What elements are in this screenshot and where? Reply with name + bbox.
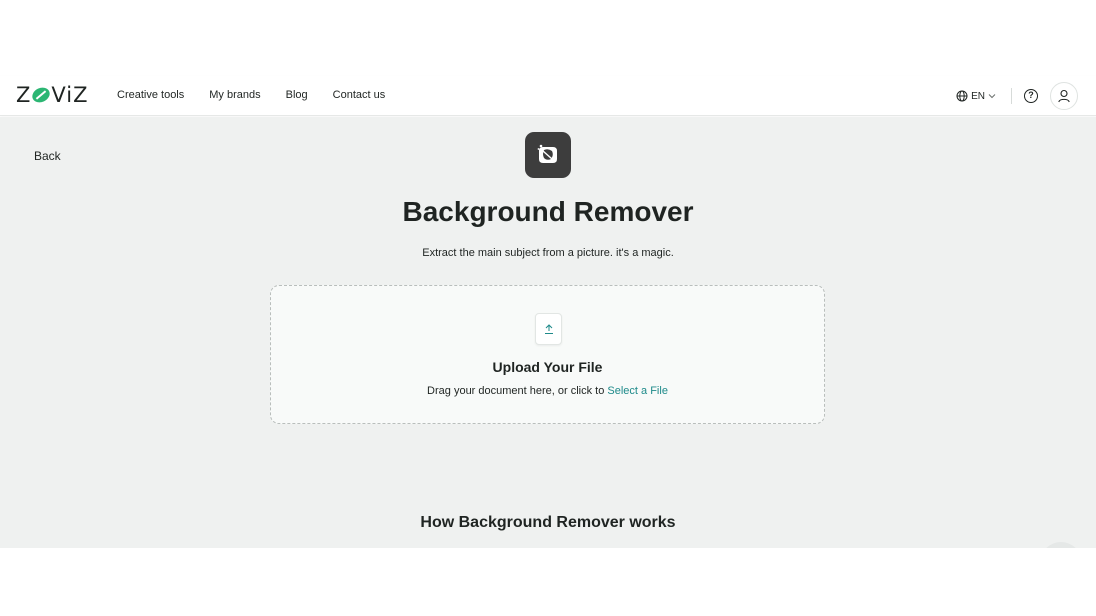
nav-divider: [1011, 88, 1012, 104]
select-file-link[interactable]: Select a File: [607, 385, 668, 397]
back-link[interactable]: Back: [34, 149, 61, 163]
main-nav: Creative tools My brands Blog Contact us: [117, 89, 410, 101]
language-selector[interactable]: EN: [956, 90, 999, 102]
file-upload-dropzone[interactable]: Upload Your File Drag your document here…: [270, 285, 825, 424]
nav-link-my-brands[interactable]: My brands: [209, 89, 260, 101]
globe-icon: [956, 90, 968, 102]
logo-text-left: Z: [16, 83, 32, 107]
upload-description: Drag your document here, or click to Sel…: [271, 385, 824, 397]
how-it-works-heading: How Background Remover works: [420, 514, 676, 531]
user-icon: [1058, 89, 1070, 103]
background-remover-icon: [525, 132, 571, 178]
nav-link-contact-us[interactable]: Contact us: [333, 89, 386, 101]
nav-link-creative-tools[interactable]: Creative tools: [117, 89, 184, 101]
user-account-button[interactable]: [1050, 82, 1078, 110]
page-title: Background Remover: [402, 196, 694, 227]
chevron-down-icon: [988, 94, 996, 99]
top-blank-area: [0, 0, 1096, 76]
main-content: Back Background Remover Extract the main…: [0, 117, 1096, 548]
help-icon[interactable]: ?: [1024, 89, 1038, 103]
zoviz-logo[interactable]: Z ViZ: [16, 84, 89, 106]
upload-description-text: Drag your document here, or click to: [427, 385, 608, 397]
upload-title: Upload Your File: [492, 359, 603, 375]
language-label: EN: [971, 90, 985, 102]
bottom-blank-area: [0, 548, 1096, 616]
logo-text-right: ViZ: [51, 83, 89, 107]
top-navbar: Z ViZ Creative tools My brands Blog Cont…: [0, 76, 1096, 116]
nav-link-blog[interactable]: Blog: [286, 89, 308, 101]
nav-right-controls: EN ?: [956, 82, 1078, 110]
file-upload-icon: [535, 313, 562, 345]
logo-leaf-icon: [30, 84, 53, 106]
page-subtitle: Extract the main subject from a picture.…: [422, 247, 674, 259]
